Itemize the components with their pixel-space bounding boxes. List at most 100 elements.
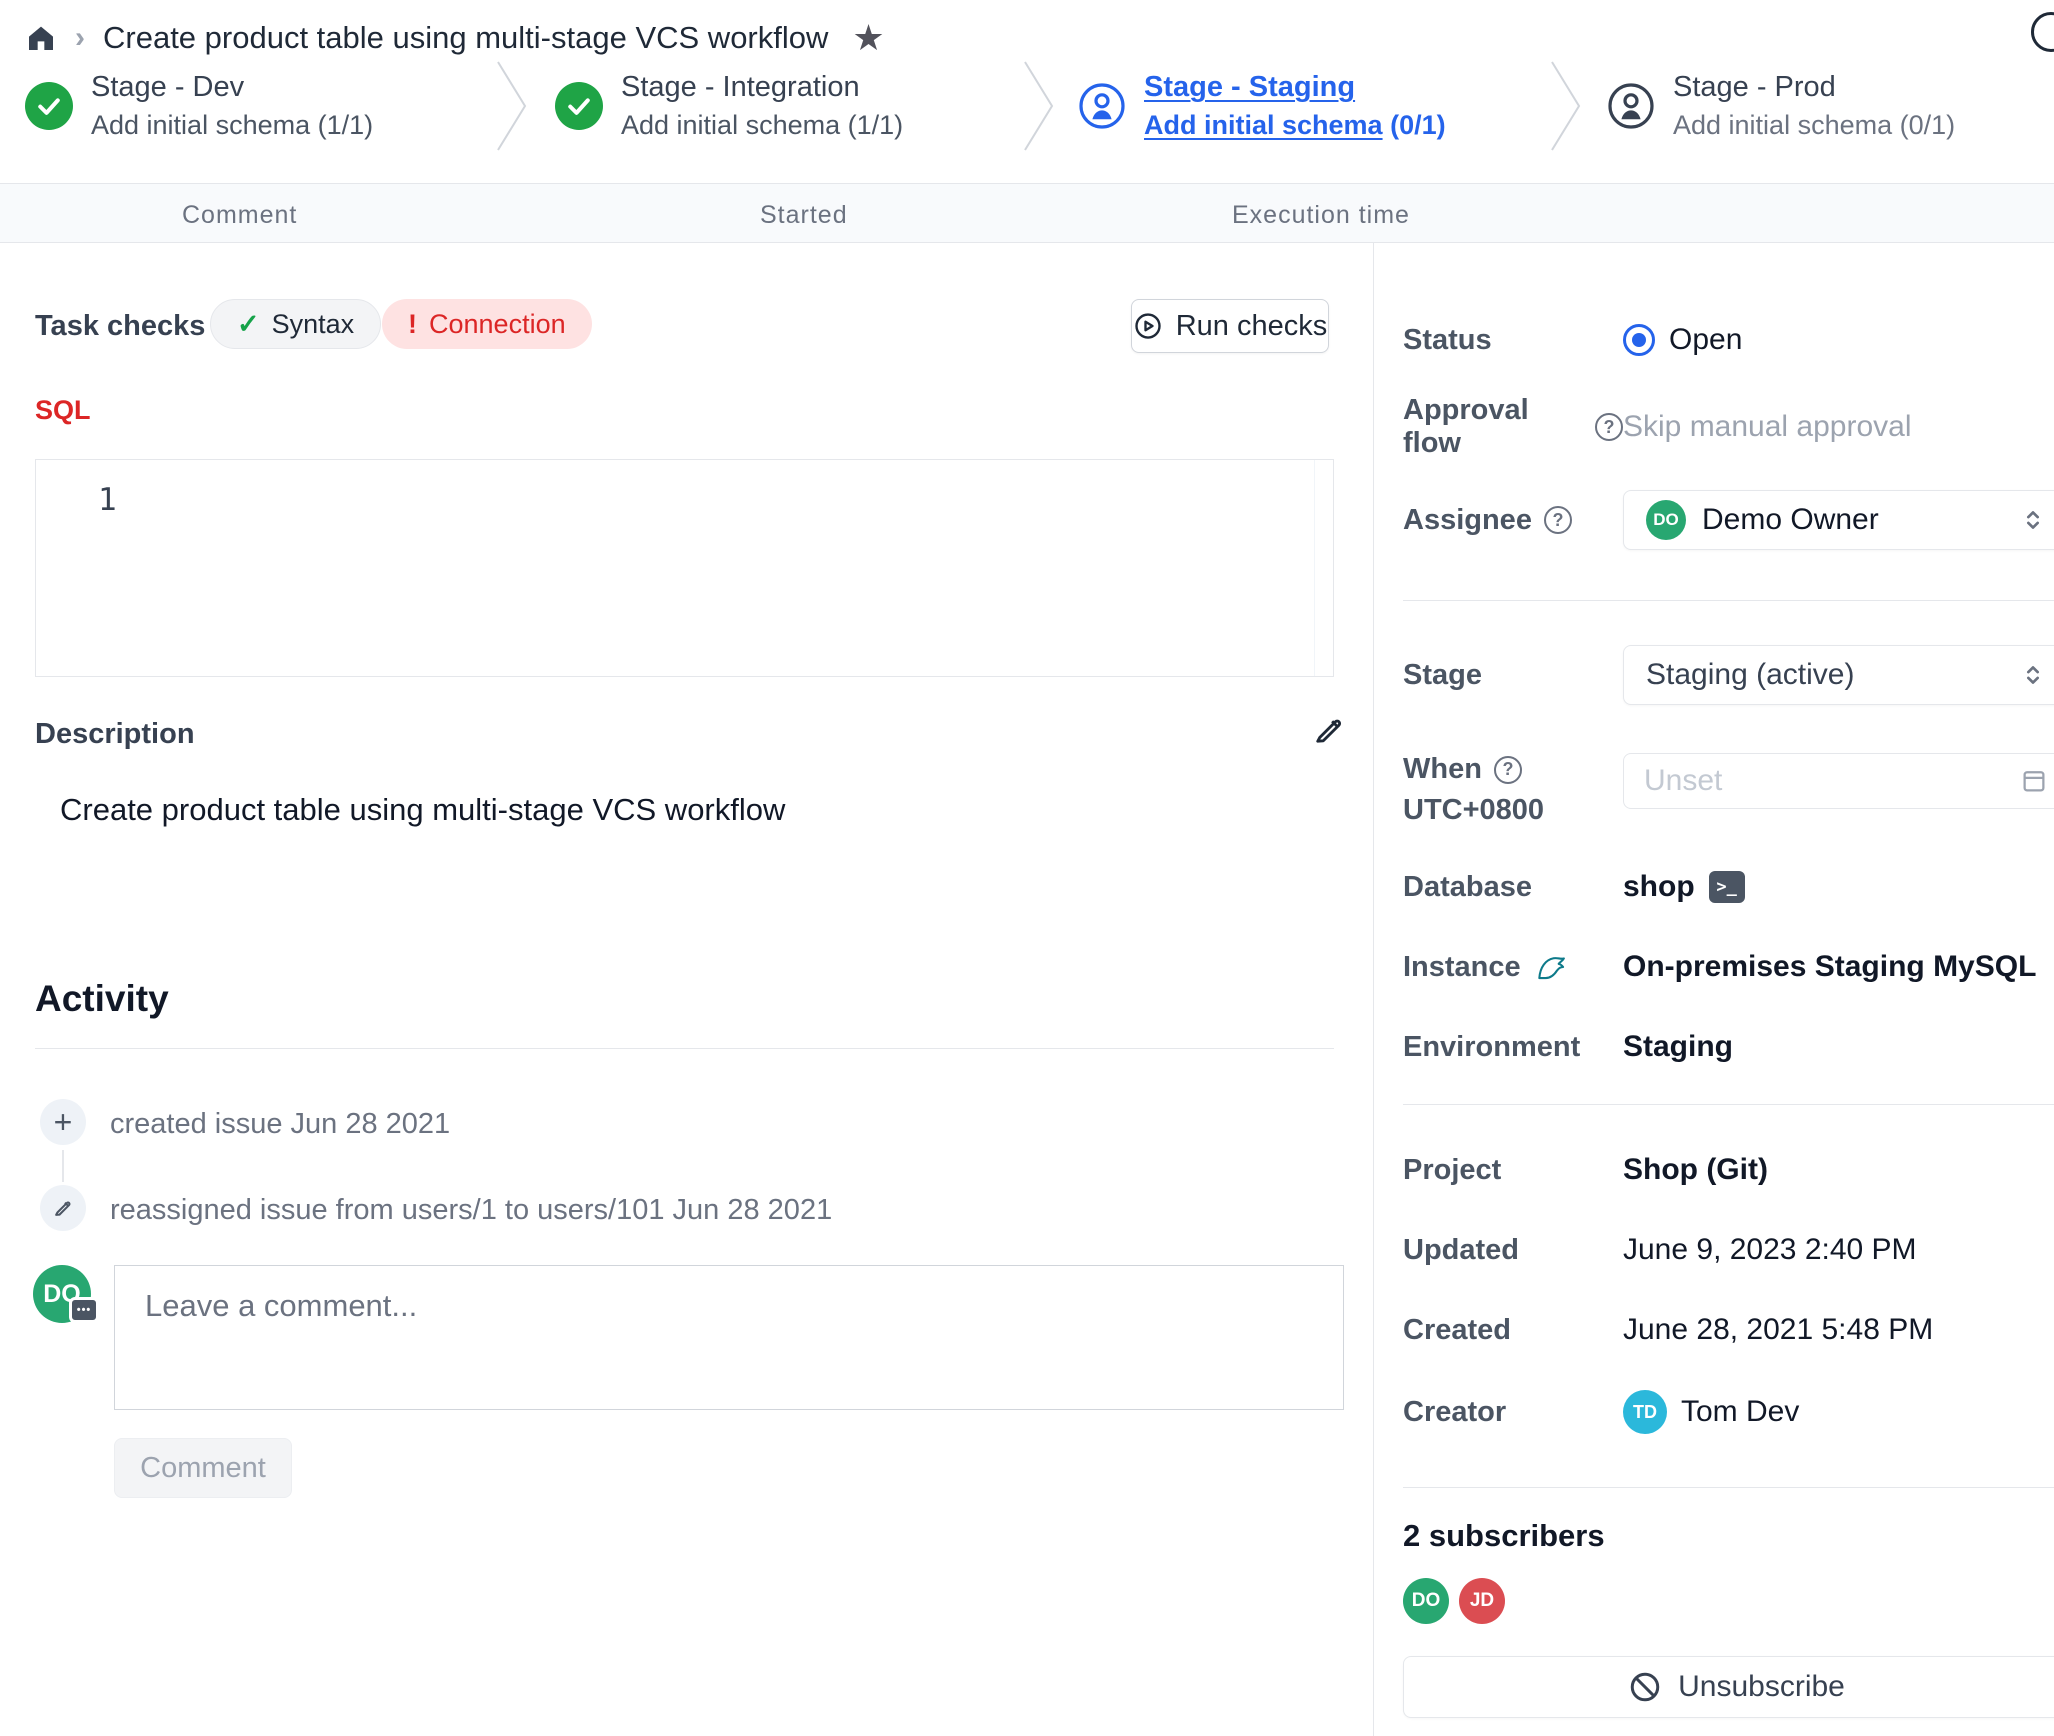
description-text: Create product table using multi-stage V… (60, 792, 785, 828)
project-value[interactable]: Shop (Git) (1623, 1153, 1768, 1187)
terminal-icon[interactable]: >_ (1709, 871, 1745, 903)
chevron-updown-icon (2019, 506, 2047, 534)
project-row: Project Shop (Git) (1403, 1148, 1768, 1192)
check-circle-icon (555, 82, 603, 130)
editor-line-number: 1 (98, 482, 117, 518)
play-circle-icon (1133, 311, 1163, 341)
page-title: Create product table using multi-stage V… (103, 20, 828, 56)
plus-icon: + (40, 1099, 86, 1145)
stage-task-count: (1/1) (848, 110, 904, 140)
person-circle-icon (1607, 82, 1655, 130)
stage-separator (495, 60, 529, 152)
question-circle-icon[interactable]: ? (1494, 756, 1522, 784)
stage-value: Staging (active) (1646, 658, 2003, 692)
stage-title: Stage - Integration (621, 71, 903, 104)
comment-bubble-icon: ••• (69, 1297, 99, 1323)
task-checks-label: Task checks (35, 310, 205, 343)
when-row-label: When ? UTC+0800 (1403, 753, 1544, 827)
approval-flow-row: Approval flow ? Skip manual approval (1403, 405, 1912, 449)
stage-separator (1549, 60, 1583, 152)
run-checks-button[interactable]: Run checks (1131, 299, 1329, 353)
unsubscribe-button[interactable]: Unsubscribe (1403, 1656, 2054, 1718)
assignee-value: Demo Owner (1702, 503, 2003, 537)
activity-divider (35, 1048, 1334, 1049)
avatar: DO ••• (33, 1265, 91, 1323)
stage-task[interactable]: Add initial schema (1673, 110, 1892, 140)
activity-item: reassigned issue from users/1 to users/1… (110, 1194, 832, 1227)
status-radio[interactable] (1623, 324, 1655, 356)
sidebar-divider (1403, 1104, 2054, 1105)
approval-flow-value: Skip manual approval (1623, 410, 1912, 444)
stage-label: Stage (1403, 659, 1623, 692)
stage-title: Stage - Prod (1673, 71, 1955, 104)
stage-item-integration[interactable]: Stage - Integration Add initial schema (… (555, 60, 903, 152)
updated-value: June 9, 2023 2:40 PM (1623, 1233, 1917, 1267)
database-row: Database shop >_ (1403, 865, 1745, 909)
status-label: Status (1403, 324, 1623, 357)
database-value[interactable]: shop (1623, 870, 1695, 904)
stage-title: Stage - Dev (91, 71, 373, 104)
created-label: Created (1403, 1314, 1623, 1347)
exclamation-icon: ! (408, 309, 417, 340)
comment-input[interactable] (114, 1265, 1344, 1410)
pencil-icon (40, 1185, 86, 1231)
sidebar-divider (1403, 1487, 2054, 1488)
star-icon[interactable]: ★ (852, 17, 884, 59)
breadcrumb: › Create product table using multi-stage… (25, 12, 885, 64)
creator-label: Creator (1403, 1396, 1623, 1429)
sidebar-divider (1403, 600, 2054, 601)
stage-task-count: (0/1) (1900, 110, 1956, 140)
updated-row: Updated June 9, 2023 2:40 PM (1403, 1228, 1917, 1272)
status-value: Open (1669, 323, 1742, 357)
sidebar-vertical-divider (1373, 243, 1374, 1736)
stage-row: Stage (1403, 645, 1623, 705)
stage-task[interactable]: Add initial schema (1144, 110, 1383, 140)
subscribers-title: 2 subscribers (1403, 1518, 1605, 1554)
when-timezone: UTC+0800 (1403, 794, 1544, 827)
creator-value[interactable]: Tom Dev (1681, 1395, 1799, 1429)
project-label: Project (1403, 1154, 1623, 1187)
timeline-connector (62, 1150, 64, 1182)
stage-item-prod[interactable]: Stage - Prod Add initial schema (0/1) (1607, 60, 1955, 152)
stage-task[interactable]: Add initial schema (621, 110, 840, 140)
home-icon[interactable] (25, 22, 57, 54)
environment-row: Environment Staging (1403, 1025, 1733, 1069)
run-checks-label: Run checks (1176, 310, 1328, 343)
issue-detail-page: › Create product table using multi-stage… (0, 0, 2054, 1736)
avatar: DO (1646, 500, 1686, 540)
check-badge-syntax[interactable]: ✓ Syntax (210, 299, 381, 349)
edit-pencil-icon[interactable] (1311, 712, 1347, 748)
assignee-select[interactable]: DO Demo Owner (1623, 490, 2054, 550)
stage-task-count: (0/1) (1390, 110, 1446, 140)
when-placeholder: Unset (1644, 764, 2003, 798)
question-circle-icon[interactable]: ? (1595, 413, 1623, 441)
stage-pipeline: Stage - Dev Add initial schema (1/1) Sta… (0, 60, 2054, 152)
sql-editor[interactable]: 1 (35, 459, 1334, 677)
stage-item-staging[interactable]: Stage - Staging Add initial schema (0/1) (1078, 60, 1446, 152)
sql-section-label: SQL (35, 395, 91, 426)
calendar-icon (2019, 766, 2049, 796)
check-badge-label: Syntax (272, 309, 355, 340)
description-label: Description (35, 718, 195, 751)
check-badge-connection[interactable]: ! Connection (382, 299, 592, 349)
when-datetime-input[interactable]: Unset (1623, 753, 2054, 809)
avatar[interactable]: DO (1403, 1578, 1449, 1624)
column-header-comment: Comment (182, 201, 297, 230)
environment-label: Environment (1403, 1031, 1623, 1064)
assignee-label: Assignee (1403, 504, 1532, 537)
created-value: June 28, 2021 5:48 PM (1623, 1313, 1933, 1347)
stage-title[interactable]: Stage - Staging (1144, 71, 1446, 104)
instance-label: Instance (1403, 951, 1521, 984)
avatar[interactable]: JD (1459, 1578, 1505, 1624)
stage-select[interactable]: Staging (active) (1623, 645, 2054, 705)
stage-separator (1022, 60, 1056, 152)
comment-button[interactable]: Comment (114, 1438, 292, 1498)
updated-label: Updated (1403, 1234, 1623, 1267)
stage-task[interactable]: Add initial schema (91, 110, 310, 140)
stage-item-dev[interactable]: Stage - Dev Add initial schema (1/1) (25, 60, 373, 152)
help-icon[interactable] (2031, 12, 2054, 52)
person-circle-icon (1078, 82, 1126, 130)
environment-value[interactable]: Staging (1623, 1030, 1733, 1064)
instance-value[interactable]: On-premises Staging MySQL (1623, 950, 2036, 984)
question-circle-icon[interactable]: ? (1544, 506, 1572, 534)
